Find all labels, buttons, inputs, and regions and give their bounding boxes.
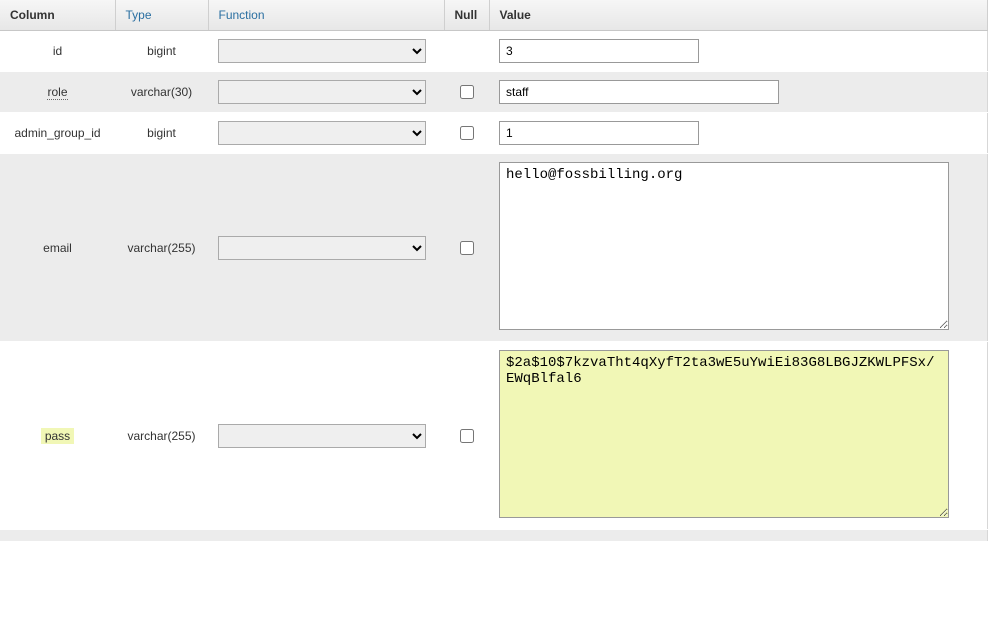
column-name: admin_group_id [14,126,100,140]
column-name: role [47,85,67,100]
value-cell: $2a$10$7kzvaTht4qXyfT2ta3wE5uYwiEi83G8LB… [489,342,988,530]
function-select[interactable] [218,236,426,260]
function-select[interactable] [218,39,426,63]
column-name: email [43,241,72,255]
type-cell: bigint [115,113,208,154]
header-function[interactable]: Function [208,0,444,31]
table-row: email varchar(255) hello@fossbilling.org [0,154,988,342]
function-select[interactable] [218,80,426,104]
value-input[interactable] [499,80,779,104]
table-header-row: Column Type Function Null Value [0,0,988,31]
function-cell [208,342,444,530]
type-cell: varchar(255) [115,154,208,342]
null-checkbox[interactable] [460,85,474,99]
type-cell: varchar(30) [115,72,208,113]
column-name-cell: id [0,31,115,72]
column-name: pass [41,428,74,444]
column-name: id [53,44,62,58]
null-checkbox[interactable] [460,429,474,443]
function-cell [208,31,444,72]
table-row: admin_group_id bigint [0,113,988,154]
value-textarea[interactable]: hello@fossbilling.org [499,162,949,330]
header-column: Column [0,0,115,31]
null-cell [444,31,489,72]
null-checkbox[interactable] [460,241,474,255]
value-cell [489,31,988,72]
value-cell [489,72,988,113]
value-cell: hello@fossbilling.org [489,154,988,342]
column-name-cell: email [0,154,115,342]
value-input[interactable] [499,39,699,63]
table-row: id bigint [0,31,988,72]
function-cell [208,113,444,154]
column-name-cell: pass [0,342,115,530]
column-name-cell: role [0,72,115,113]
header-null: Null [444,0,489,31]
header-type[interactable]: Type [115,0,208,31]
function-select[interactable] [218,424,426,448]
value-textarea[interactable]: $2a$10$7kzvaTht4qXyfT2ta3wE5uYwiEi83G8LB… [499,350,949,518]
type-cell: varchar(255) [115,342,208,530]
type-cell: bigint [115,31,208,72]
null-cell [444,72,489,113]
table-row: role varchar(30) [0,72,988,113]
null-cell [444,342,489,530]
function-cell [208,154,444,342]
column-name-cell: admin_group_id [0,113,115,154]
value-cell [489,113,988,154]
null-checkbox[interactable] [460,126,474,140]
null-cell [444,113,489,154]
value-input[interactable] [499,121,699,145]
header-value: Value [489,0,988,31]
edit-table: Column Type Function Null Value id bigint… [0,0,988,541]
table-row: pass varchar(255) $2a$10$7kzvaTht4qXyfT2ta… [0,342,988,530]
function-cell [208,72,444,113]
function-select[interactable] [218,121,426,145]
table-row [0,530,988,541]
null-cell [444,154,489,342]
